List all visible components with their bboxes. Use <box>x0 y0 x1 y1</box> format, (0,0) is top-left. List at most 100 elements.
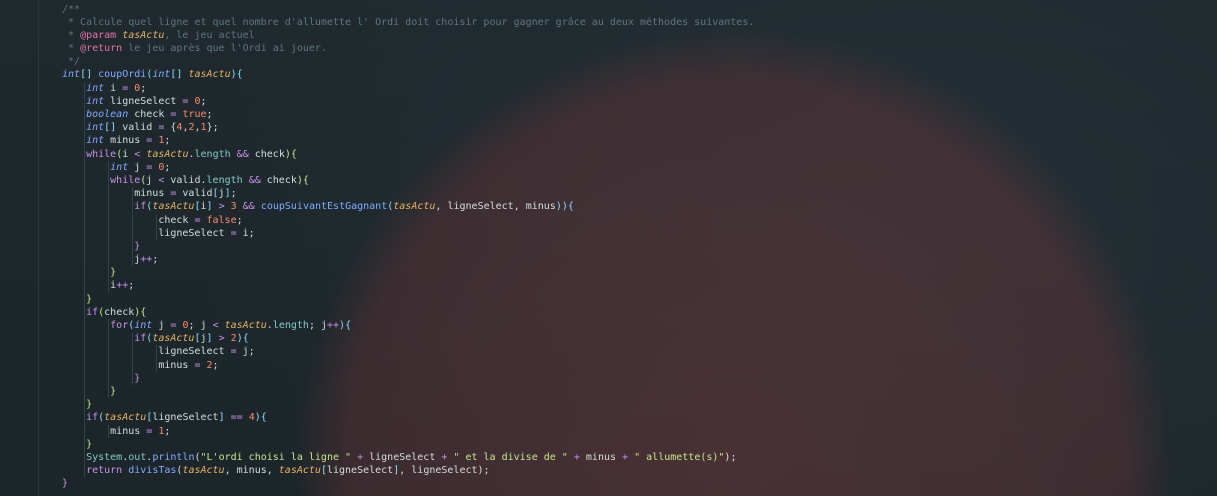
indent-guide <box>84 437 86 451</box>
code-token: * <box>62 43 81 55</box>
code-token: le jeu après que l'Ordi ai jouer. <box>122 43 327 55</box>
code-token: out <box>128 451 147 463</box>
code-token: tasActu <box>146 148 189 160</box>
code-line: int[] coupOrdi(int[] tasActu){ <box>62 68 754 81</box>
indent-guide <box>108 239 110 254</box>
indent-guide <box>84 424 86 438</box>
code-line: } <box>62 292 754 306</box>
indent-guide <box>108 424 110 438</box>
code-token: */ <box>62 56 81 68</box>
code-token: * <box>62 29 81 41</box>
code-line: int j = 0; <box>62 160 754 174</box>
indent-guide <box>108 253 110 267</box>
indent-guide <box>132 371 134 385</box>
code-token: for <box>110 320 129 331</box>
code-token: System <box>86 451 123 463</box>
code-token: ){ <box>230 69 243 81</box>
code-token: } <box>86 293 93 305</box>
indent-guide <box>84 305 86 319</box>
indent-guide <box>84 332 86 346</box>
code-line: */ <box>62 55 754 68</box>
code-token: int <box>134 320 153 331</box>
code-line: int[] valid = {4,2,1}; <box>62 121 754 135</box>
indent-guide <box>132 239 134 254</box>
code-token: ++ <box>327 320 340 331</box>
indent-guide <box>84 319 86 333</box>
code-token: minus <box>158 359 195 371</box>
code-token: coupSuivantEstGagnant <box>260 201 388 213</box>
code-token: if <box>86 306 99 318</box>
code-token: true <box>182 109 207 120</box>
code-token: valid <box>176 188 213 200</box>
indent-guide <box>84 384 86 399</box>
code-token: { <box>567 201 574 213</box>
code-line: return divisTas(tasActu, minus, tasActu[… <box>62 464 754 478</box>
code-token: ++ <box>140 254 153 266</box>
code-token: )) <box>555 201 568 213</box>
code-token: tasActu <box>104 412 147 424</box>
code-token: tasActu <box>152 333 195 345</box>
code-token: false <box>206 214 237 226</box>
code-token: minus <box>134 188 171 200</box>
indent-guide <box>84 464 86 478</box>
code-token: ligneSelect <box>363 451 442 463</box>
code-token: tasActu <box>182 465 225 477</box>
code-line: if(tasActu[ligneSelect] == 4){ <box>62 411 754 425</box>
code-editor[interactable]: /** * Calcule quel ligne et quel nombre … <box>62 0 754 490</box>
code-token: } <box>86 399 93 411</box>
indent-guide <box>108 279 110 293</box>
code-token: while <box>86 148 117 160</box>
code-token: ; <box>236 214 243 226</box>
code-token: if <box>134 201 147 213</box>
code-token: * Calcule quel ligne et quel nombre d'al… <box>62 16 755 28</box>
code-token: ; <box>128 280 135 292</box>
code-token: check <box>128 109 171 120</box>
code-token: ++ <box>116 280 129 292</box>
indent-guide <box>84 213 86 227</box>
indent-guide <box>108 226 110 240</box>
indent-guide <box>84 239 86 254</box>
code-line: while(j < valid.length && check){ <box>62 173 754 188</box>
indent-guide <box>132 187 134 201</box>
code-token: }; <box>206 122 219 134</box>
code-token: divisTas <box>128 465 177 477</box>
indent-guide <box>108 384 110 399</box>
code-line: while(i < tasActu.length && check){ <box>62 147 754 161</box>
indent-guide <box>108 358 110 372</box>
indent-guide <box>84 173 86 188</box>
code-token: minus <box>579 451 623 463</box>
code-token: j <box>128 161 147 173</box>
code-token: ); <box>724 451 737 463</box>
code-token: tasActu <box>393 201 436 213</box>
code-token: minus <box>110 425 147 437</box>
code-line: ligneSelect = j; <box>62 345 754 359</box>
indent-guide <box>84 147 86 161</box>
indent-guide <box>108 213 110 227</box>
code-token: ligneSelect <box>152 412 219 424</box>
indent-guide <box>84 253 86 267</box>
code-token: check <box>158 214 195 226</box>
indent-guide <box>84 94 86 108</box>
indent-guide <box>84 450 86 465</box>
code-line: * @param tasActu, le jeu actuel <box>62 29 754 42</box>
code-token: ; <box>164 135 171 147</box>
code-token: tasActu <box>278 465 321 477</box>
code-token: boolean <box>86 109 129 120</box>
code-token: ; j <box>308 320 327 331</box>
code-token: length <box>194 148 231 160</box>
code-line: if(check){ <box>62 305 754 319</box>
code-token: if <box>134 333 147 345</box>
code-token: ){ <box>134 306 147 318</box>
code-token: ; <box>164 161 171 173</box>
code-token: ; <box>164 425 171 437</box>
code-token: ; j <box>188 320 213 331</box>
code-line: minus = 1; <box>62 424 754 438</box>
indent-guide <box>84 160 86 174</box>
code-token: j <box>146 174 159 186</box>
code-line: i++; <box>62 279 754 293</box>
code-line: } <box>62 437 754 451</box>
code-token: tasActu <box>152 201 195 213</box>
indent-guide <box>108 160 110 174</box>
code-token: valid. <box>164 174 207 186</box>
indent-guide <box>132 253 134 267</box>
